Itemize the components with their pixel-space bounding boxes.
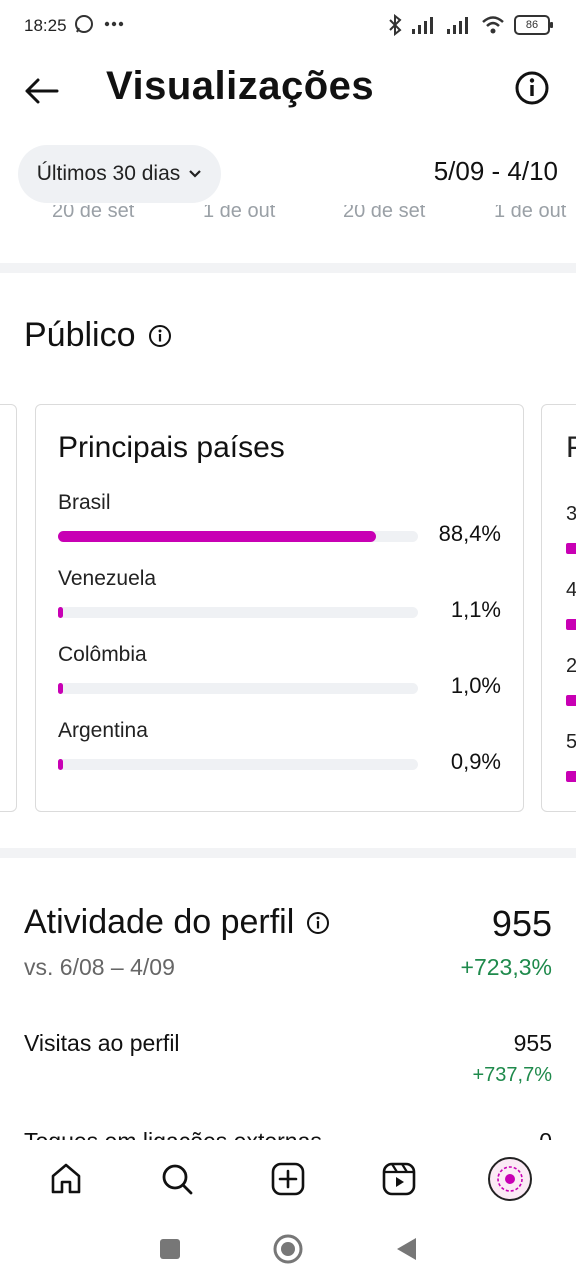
peek-bar [566, 619, 576, 630]
profile-activity-change: +723,3% [460, 954, 552, 980]
info-button[interactable] [514, 70, 550, 106]
nav-search[interactable] [149, 1151, 205, 1207]
audience-title: Público [24, 316, 136, 354]
audience-section-title: Público [24, 316, 172, 355]
metric-value: 0 [539, 1128, 552, 1140]
peek-card-title: P [566, 431, 576, 465]
country-row: Colômbia 1,0% [58, 643, 501, 719]
signal-icon-2 [447, 17, 468, 34]
metric-label: Visitas ao perfil [24, 1030, 180, 1056]
whatsapp-icon [75, 15, 93, 33]
system-navigation-bar [0, 1218, 576, 1280]
chevron-down-icon [189, 170, 202, 178]
country-percent: 88,4% [438, 521, 501, 546]
section-divider [0, 263, 576, 273]
country-bar-track [58, 759, 418, 770]
profile-activity-total: 955 [491, 903, 552, 944]
country-bar-track [58, 531, 418, 542]
nav-profile[interactable] [482, 1151, 538, 1207]
signal-icon [412, 17, 433, 34]
nav-reels[interactable] [371, 1151, 427, 1207]
period-filter-label: Últimos 30 dias [36, 162, 181, 185]
metric-label: Toques em ligações externas [24, 1128, 322, 1140]
profile-avatar-icon [497, 1166, 524, 1192]
country-bar-fill [58, 683, 63, 694]
back-button[interactable] [20, 70, 62, 112]
section-divider [0, 848, 576, 858]
country-bar-fill [58, 531, 377, 542]
info-icon[interactable] [148, 324, 172, 348]
date-range-label: 5/09 - 4/10 [433, 156, 558, 186]
arrow-left-icon [25, 78, 59, 104]
metric-row-clipped: Toques em ligações externas 0 [0, 1126, 576, 1140]
top-countries-card: Principais países Brasil 88,4% Venezuela… [35, 404, 524, 812]
metric-value: 955 [513, 1030, 552, 1056]
avatar [488, 1157, 533, 1201]
bluetooth-icon [389, 14, 402, 36]
country-name: Venezuela [58, 567, 157, 590]
status-time: 18:25 [24, 16, 67, 35]
page-title: Visualizações [106, 64, 375, 108]
country-bar-fill [58, 759, 63, 770]
country-bar-track [58, 683, 418, 694]
search-icon [162, 1164, 193, 1195]
nav-create[interactable] [260, 1151, 316, 1207]
country-percent: 1,1% [450, 597, 501, 622]
bottom-navigation [0, 1140, 576, 1218]
period-filter-chip[interactable]: Últimos 30 dias [18, 145, 221, 203]
country-name: Colômbia [58, 643, 147, 666]
country-percent: 1,0% [450, 673, 501, 698]
profile-activity-label: Atividade do perfil [24, 903, 295, 941]
country-row: Argentina 0,9% [58, 719, 501, 795]
country-row: Brasil 88,4% [58, 491, 501, 567]
nav-home[interactable] [38, 1151, 94, 1207]
card-title: Principais países [58, 431, 285, 464]
chart-axis-peek: 20 de set 1 de out 20 de set 1 de out [0, 205, 576, 225]
metric-change: +737,7% [472, 1064, 552, 1086]
axis-label: 20 de set [52, 205, 135, 222]
country-bar-track [58, 607, 418, 618]
peek-bar [566, 543, 576, 554]
country-percent: 0,9% [450, 749, 501, 774]
recent-apps-icon[interactable] [158, 1237, 182, 1261]
peek-bar [566, 695, 576, 706]
peek-row-label: 5 [566, 731, 576, 754]
previous-card-peek[interactable] [0, 404, 17, 812]
next-card-peek[interactable]: P 3 4 2 5 [541, 404, 576, 812]
peek-row-label: 4 [566, 579, 576, 602]
peek-row-label: 2 [566, 655, 576, 678]
country-row: Venezuela 1,1% [58, 567, 501, 643]
wifi-icon [482, 16, 504, 34]
status-bar: 18:25 86 [0, 0, 576, 52]
info-icon [515, 71, 549, 105]
country-bar-fill [58, 607, 63, 618]
axis-label: 20 de set [343, 205, 426, 222]
add-post-icon [271, 1162, 305, 1196]
country-name: Brasil [58, 491, 111, 514]
reels-icon [382, 1162, 416, 1196]
back-triangle-icon[interactable] [394, 1236, 418, 1262]
home-circle-icon[interactable] [272, 1233, 304, 1265]
profile-activity-title: Atividade do perfil [24, 903, 330, 942]
battery-indicator: 86 [514, 15, 553, 35]
comparison-period: vs. 6/08 – 4/09 [24, 954, 175, 980]
axis-label: 1 de out [203, 205, 276, 222]
peek-bar [566, 771, 576, 782]
more-dots-icon [104, 21, 124, 27]
country-name: Argentina [58, 719, 148, 742]
info-icon[interactable] [306, 911, 330, 935]
home-icon [51, 1163, 80, 1194]
axis-label: 1 de out [494, 205, 567, 222]
peek-row-label: 3 [566, 503, 576, 526]
